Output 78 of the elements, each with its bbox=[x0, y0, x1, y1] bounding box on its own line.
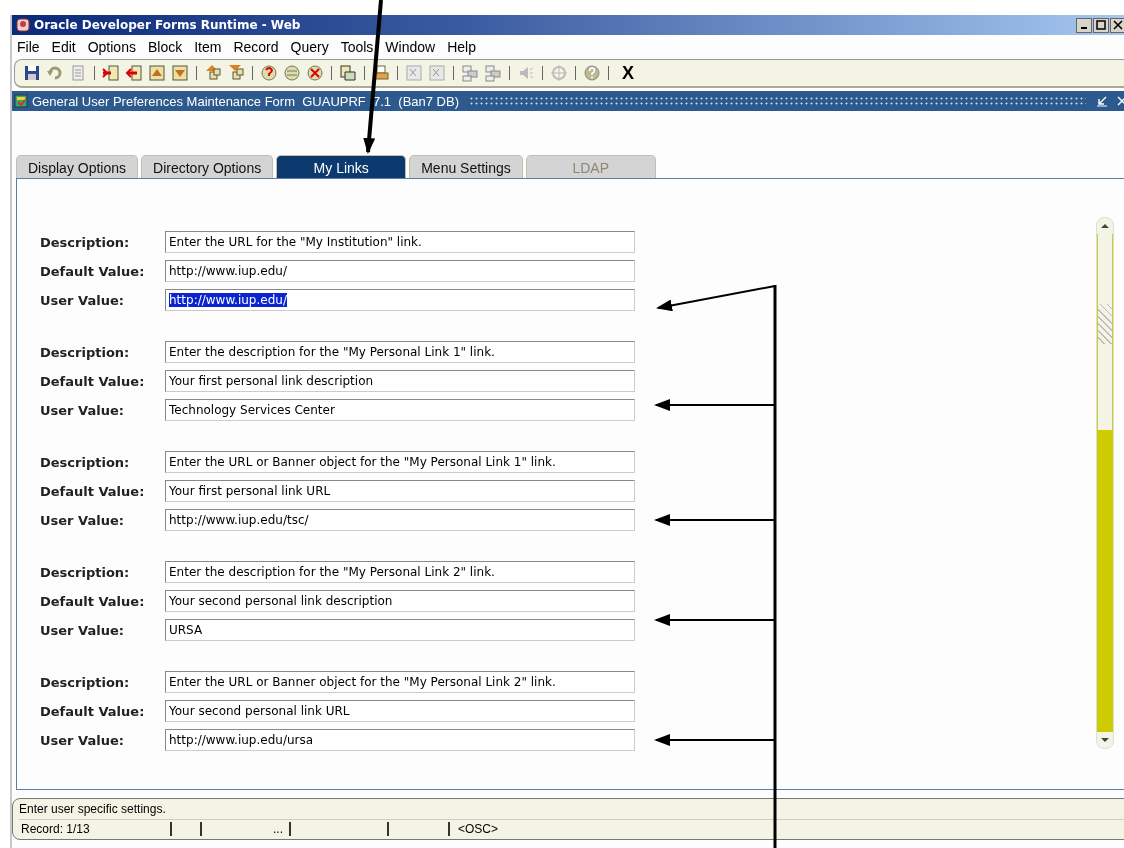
field-label: User Value: bbox=[40, 292, 125, 308]
input-field[interactable]: Enter the description for the "My Personal Link 1" link. bbox=[165, 341, 635, 363]
exit-button[interactable]: X bbox=[622, 62, 634, 84]
database-delete-icon[interactable] bbox=[306, 64, 324, 82]
down-block-icon[interactable] bbox=[171, 64, 189, 82]
save-icon[interactable] bbox=[23, 64, 41, 82]
field-label: User Value: bbox=[40, 512, 125, 528]
menu-item[interactable]: Block bbox=[146, 39, 184, 55]
field-label: Default Value: bbox=[40, 373, 146, 389]
insert-record-icon[interactable] bbox=[102, 64, 120, 82]
undo-icon[interactable] bbox=[46, 64, 64, 82]
menu-item[interactable]: Options bbox=[86, 39, 137, 55]
field-label: Default Value: bbox=[40, 263, 146, 279]
copy-icon[interactable] bbox=[339, 64, 357, 82]
input-field[interactable]: Enter the description for the "My Personal Link 2" link. bbox=[165, 561, 635, 583]
field-label: Default Value: bbox=[40, 483, 146, 499]
help-icon[interactable] bbox=[583, 64, 601, 82]
input-field[interactable]: http://www.iup.edu/tsc/ bbox=[165, 509, 635, 531]
down-arrow-icon[interactable] bbox=[227, 64, 245, 82]
edit-field-icon[interactable] bbox=[428, 64, 446, 82]
input-field[interactable]: Your second personal link description bbox=[165, 590, 635, 612]
input-field[interactable]: http://www.iup.edu/ bbox=[165, 289, 635, 311]
status-message: Enter user specific settings. bbox=[19, 799, 1124, 820]
field-label: Default Value: bbox=[40, 703, 146, 719]
tab[interactable]: Directory Options bbox=[141, 155, 274, 178]
boxes-icon[interactable] bbox=[484, 64, 502, 82]
minimize-button[interactable] bbox=[1076, 17, 1092, 33]
input-field[interactable]: Enter the URL for the "My Institution" link. bbox=[165, 231, 635, 253]
menu-item[interactable]: Record bbox=[232, 39, 280, 55]
close-button[interactable] bbox=[1110, 17, 1124, 33]
menu-item[interactable]: Item bbox=[193, 39, 223, 55]
input-field[interactable]: URSA bbox=[165, 619, 635, 641]
input-field[interactable]: Your first personal link URL bbox=[165, 480, 635, 502]
field-label: Description: bbox=[40, 674, 131, 690]
form-title: General User Preferences Maintenance Form GUAUPRF 7.1 (Ban7 DB) bbox=[32, 93, 459, 109]
app-icon bbox=[16, 18, 30, 32]
menu-item[interactable]: Window bbox=[384, 39, 437, 55]
minimize-icon bbox=[1081, 27, 1087, 29]
input-field[interactable]: Technology Services Center bbox=[165, 399, 635, 421]
menu-item[interactable]: Help bbox=[446, 39, 477, 55]
up-arrow-icon[interactable] bbox=[204, 64, 222, 82]
minimize-button[interactable] bbox=[1096, 95, 1108, 107]
form-icon bbox=[14, 94, 28, 108]
field-label: Default Value: bbox=[40, 593, 146, 609]
input-field[interactable]: http://www.iup.edu/ bbox=[165, 260, 635, 282]
menu-item[interactable]: Tools bbox=[339, 39, 375, 55]
maximize-icon bbox=[1096, 20, 1106, 30]
up-block-icon[interactable] bbox=[148, 64, 166, 82]
boxes-icon[interactable] bbox=[461, 64, 479, 82]
field-label: Description: bbox=[40, 234, 131, 250]
status-text: ... bbox=[202, 822, 291, 836]
field-label: Description: bbox=[40, 344, 131, 360]
status-text: <OSC> bbox=[457, 822, 500, 836]
field-label: User Value: bbox=[40, 622, 125, 638]
window-title: Oracle Developer Forms Runtime - Web bbox=[34, 18, 302, 32]
menu-item[interactable]: Edit bbox=[50, 39, 77, 55]
close-icon bbox=[1113, 20, 1123, 30]
input-field[interactable]: Your second personal link URL bbox=[165, 700, 635, 722]
database-icon[interactable] bbox=[283, 64, 301, 82]
menu-item[interactable]: Query bbox=[289, 39, 330, 55]
input-field[interactable]: http://www.iup.edu/ursa bbox=[165, 729, 635, 751]
tab[interactable]: My Links bbox=[276, 155, 407, 178]
remove-record-icon[interactable] bbox=[125, 64, 143, 82]
field-label: User Value: bbox=[40, 732, 125, 748]
edit-field-icon[interactable] bbox=[405, 64, 423, 82]
scrollbar[interactable] bbox=[1096, 217, 1114, 749]
question-database-icon[interactable] bbox=[260, 64, 278, 82]
status-text: Record: 1/13 bbox=[19, 822, 172, 836]
field-label: Description: bbox=[40, 564, 131, 580]
field-label: Description: bbox=[40, 454, 131, 470]
input-field[interactable]: Enter the URL or Banner object for the "My Personal Link 2" link. bbox=[165, 671, 635, 693]
input-field[interactable]: Enter the URL or Banner object for the "My Personal Link 1" link. bbox=[165, 451, 635, 473]
field-label: User Value: bbox=[40, 402, 125, 418]
maximize-button[interactable] bbox=[1093, 17, 1109, 33]
input-field[interactable]: Your first personal link description bbox=[165, 370, 635, 392]
tab[interactable]: Display Options bbox=[16, 155, 139, 178]
menu-item[interactable]: File bbox=[16, 39, 41, 55]
tab[interactable]: Menu Settings bbox=[409, 155, 523, 178]
